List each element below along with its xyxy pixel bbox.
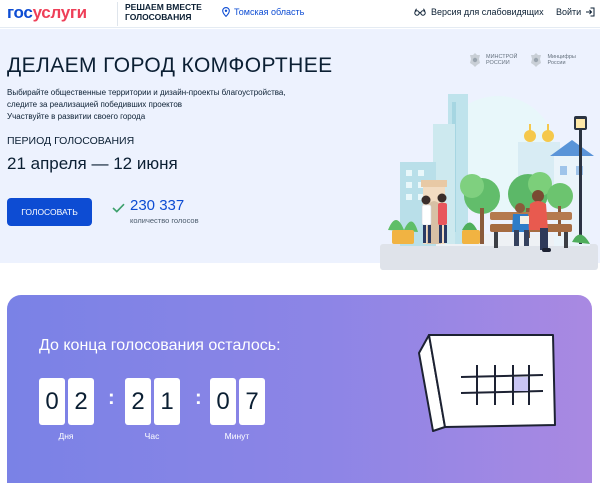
description-line-1: Выбирайте общественные территории и диза…	[7, 88, 286, 97]
login-button[interactable]: Войти	[556, 7, 595, 17]
header-divider	[117, 2, 118, 26]
hours-digit-1: 2	[125, 378, 151, 425]
accessibility-label: Версия для слабовидящих	[431, 7, 544, 17]
days-label: Дня	[58, 431, 74, 441]
brand-line-2: Голосования	[125, 12, 192, 22]
hero-description: Выбирайте общественные территории и диза…	[7, 87, 317, 123]
description-line-3: Участвуйте в развитии своего города	[7, 112, 146, 121]
page-title: Делаем город комфортнее	[7, 54, 333, 77]
description-line-2: следите за реализацией победивших проект…	[7, 100, 183, 109]
hero-section: Делаем город комфортнее Выбирайте общест…	[0, 29, 600, 270]
brand-line-1: Решаем вместе	[125, 2, 202, 12]
login-label: Войти	[556, 7, 582, 17]
ministry-emblem-icon	[470, 53, 480, 67]
logo-part-gos: гос	[7, 3, 33, 22]
ministry-emblem-icon	[531, 53, 542, 67]
countdown-section: До конца голосования осталось: 0 2 : 2 1…	[7, 295, 592, 483]
city-park-illustration	[380, 94, 598, 270]
minutes-digit-1: 0	[210, 378, 236, 425]
region-selector[interactable]: Томская область	[222, 7, 304, 17]
days-digit-2: 2	[68, 378, 94, 425]
minutes-label: Минут	[224, 431, 250, 441]
logo-part-uslugi: услуги	[32, 3, 88, 22]
countdown-minutes: 0 7	[210, 378, 265, 425]
login-arrow-icon	[586, 7, 595, 17]
votes-count-label: количество голосов	[130, 216, 199, 225]
gosuslugi-logo[interactable]: госуслуги	[7, 3, 87, 23]
ministry1-country: России	[486, 60, 510, 66]
region-name: Томская область	[234, 7, 305, 17]
ministry-mintsifry-logo: Минцифры России	[529, 52, 576, 68]
voting-period-label: Период голосования	[7, 135, 135, 147]
days-digit-1: 0	[39, 378, 65, 425]
countdown-colon: :	[195, 387, 202, 409]
voting-period-dates: 21 апреля — 12 июня	[7, 154, 178, 173]
ministry-logos: Минстрой России Минцифры России	[468, 52, 576, 68]
vote-button[interactable]: Голосовать	[7, 198, 92, 226]
countdown-colon: :	[108, 387, 115, 409]
glasses-icon	[414, 8, 426, 16]
countdown-hours: 2 1	[125, 378, 180, 425]
location-pin-icon	[222, 7, 230, 17]
minutes-digit-2: 7	[239, 378, 265, 425]
hours-digit-2: 1	[154, 378, 180, 425]
check-icon	[112, 203, 125, 213]
countdown-title: До конца голосования осталось:	[39, 337, 281, 354]
top-header: госуслуги Решаем вместе Голосования Томс…	[0, 0, 600, 28]
accessibility-version-link[interactable]: Версия для слабовидящих	[414, 7, 544, 17]
calendar-icon	[418, 334, 556, 432]
votes-count: 230 337	[130, 197, 185, 214]
section-brand[interactable]: Решаем вместе Голосования	[125, 2, 202, 22]
countdown-days: 0 2	[39, 378, 94, 425]
hours-label: Час	[144, 431, 160, 441]
ministry2-country: России	[547, 60, 566, 66]
ministry-minstroy-logo: Минстрой России	[468, 52, 517, 68]
